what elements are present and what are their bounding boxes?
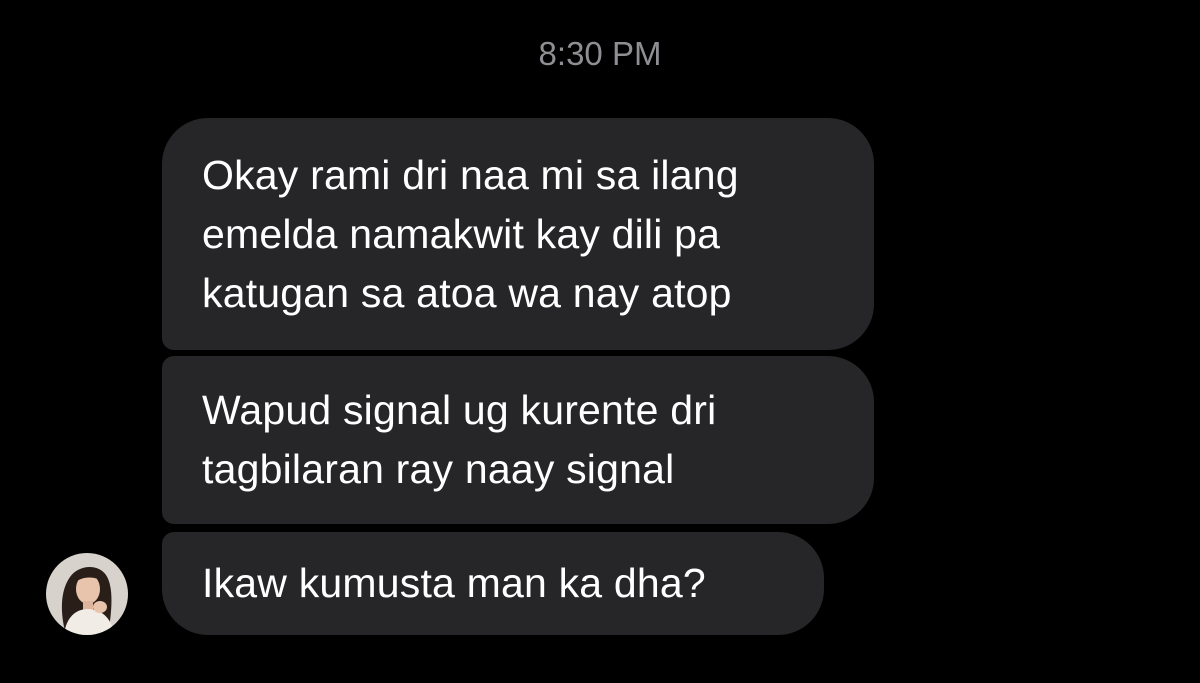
message-text-line: Ikaw kumusta man ka dha?: [202, 560, 706, 606]
message-timestamp: 8:30 PM: [538, 35, 662, 72]
message-text-line: tagbilaran ray naay signal: [202, 446, 675, 492]
profile-photo-icon: [46, 553, 128, 635]
message-bubble[interactable]: Ikaw kumusta man ka dha?: [162, 532, 824, 635]
message-text-line: emelda namakwit kay dili pa: [202, 211, 721, 257]
message-bubble[interactable]: Okay rami dri naa mi sa ilang emelda nam…: [162, 118, 874, 350]
message-bubble[interactable]: Wapud signal ug kurente dri tagbilaran r…: [162, 356, 874, 524]
sender-avatar[interactable]: [46, 553, 128, 635]
message-text-line: katugan sa atoa wa nay atop: [202, 270, 732, 316]
message-text-line: Okay rami dri naa mi sa ilang: [202, 152, 739, 198]
message-text-line: Wapud signal ug kurente dri: [202, 387, 717, 433]
